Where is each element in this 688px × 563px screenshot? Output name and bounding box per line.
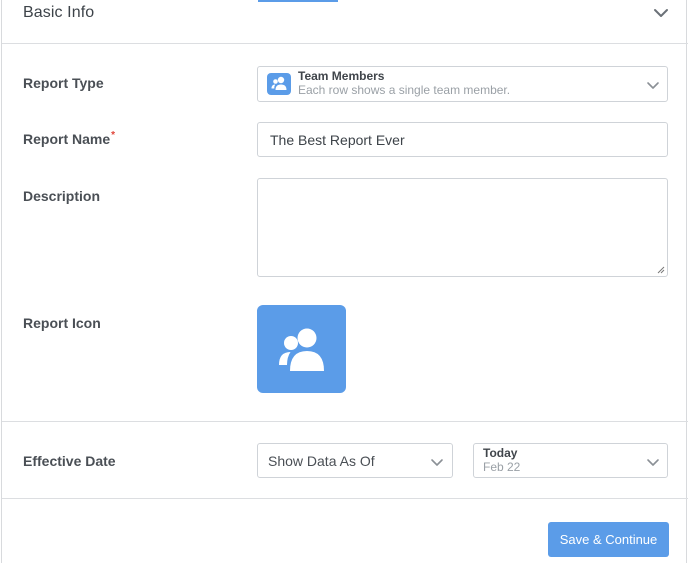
section-divider — [2, 421, 688, 422]
effective-date-mode-value: Show Data As Of — [268, 453, 375, 469]
resize-handle-icon[interactable] — [657, 266, 665, 274]
effective-date-title: Today — [483, 446, 518, 460]
report-name-label: Report Name* — [23, 130, 116, 147]
effective-date-select[interactable]: Today Feb 22 — [473, 443, 668, 478]
report-icon-label: Report Icon — [23, 315, 101, 331]
required-marker: * — [111, 130, 116, 141]
section-title: Basic Info — [23, 4, 95, 21]
report-type-select[interactable]: Team Members Each row shows a single tea… — [257, 66, 668, 102]
description-label: Description — [23, 188, 101, 204]
basic-info-header[interactable]: Basic Info — [2, 0, 688, 44]
report-name-label-text: Report Name — [23, 131, 111, 147]
chevron-down-icon[interactable] — [652, 6, 670, 20]
report-type-selected-title: Team Members — [298, 69, 385, 83]
team-members-icon — [267, 73, 291, 95]
chevron-down-icon — [431, 459, 443, 466]
save-continue-button[interactable]: Save & Continue — [548, 522, 669, 557]
report-type-selected-description: Each row shows a single team member. — [298, 83, 511, 97]
footer-divider — [2, 498, 688, 499]
basic-info-panel: Basic Info Report Type Team Members Each… — [1, 0, 688, 563]
report-icon-picker[interactable] — [257, 305, 346, 393]
chevron-down-icon — [647, 459, 659, 466]
report-name-input[interactable] — [257, 122, 668, 157]
chevron-down-icon — [647, 82, 659, 89]
description-textarea[interactable] — [257, 178, 668, 277]
report-type-label: Report Type — [23, 75, 104, 91]
effective-date-label: Effective Date — [23, 453, 116, 469]
effective-date-value: Feb 22 — [483, 460, 521, 474]
effective-date-mode-select[interactable]: Show Data As Of — [257, 443, 453, 478]
team-members-icon — [279, 328, 324, 371]
